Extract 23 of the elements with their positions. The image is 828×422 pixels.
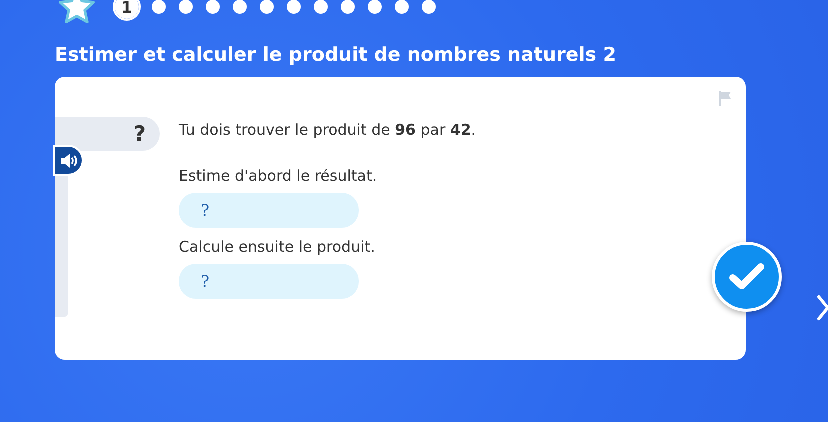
checkmark-icon — [729, 263, 765, 291]
step-dot[interactable] — [233, 0, 247, 14]
step-number[interactable]: 1 — [115, 0, 139, 19]
step-dot[interactable] — [341, 0, 355, 14]
answer-field[interactable]: ? — [179, 264, 359, 299]
instruction-text: Estime d'abord le résultat. — [179, 167, 378, 185]
answer-field[interactable]: ? — [179, 193, 359, 228]
step-dot[interactable] — [206, 0, 220, 14]
question-text: Tu dois trouver le produit de 96 par 42. — [179, 121, 476, 139]
step-dot[interactable] — [368, 0, 382, 14]
step-dot[interactable] — [152, 0, 166, 14]
speaker-icon — [60, 154, 78, 168]
step-dot[interactable] — [422, 0, 436, 14]
chevron-right-icon[interactable] — [816, 294, 828, 322]
step-dot[interactable] — [395, 0, 409, 14]
speaker-button[interactable] — [55, 147, 82, 174]
instruction-text: Calcule ensuite le produit. — [179, 238, 376, 256]
step-dot[interactable] — [314, 0, 328, 14]
step-dot[interactable] — [287, 0, 301, 14]
step-dot[interactable] — [260, 0, 274, 14]
exercise-title: Estimer et calculer le produit de nombres naturels 2 — [55, 43, 618, 68]
check-button[interactable] — [712, 242, 782, 312]
step-dot[interactable] — [179, 0, 193, 14]
